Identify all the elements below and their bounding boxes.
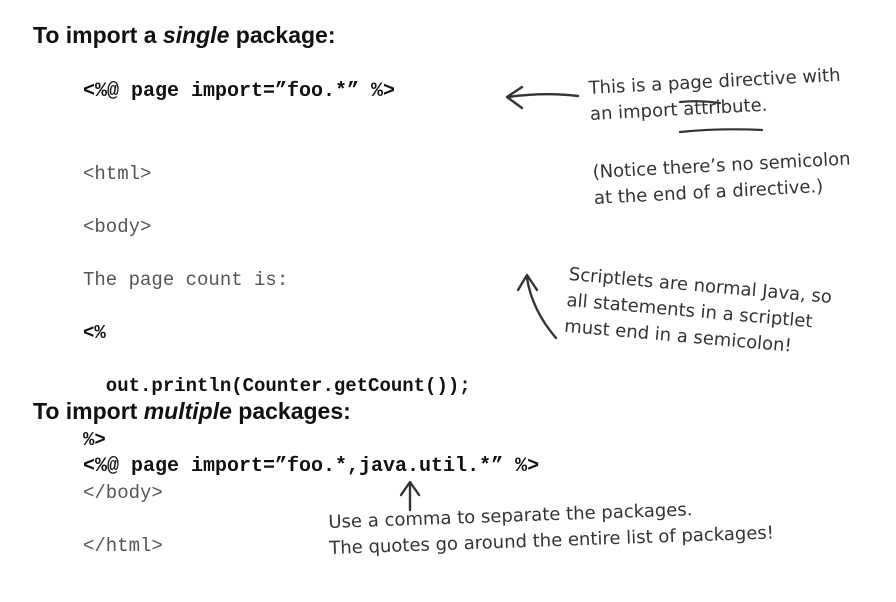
note-scriptlet-semicolon: Scriptlets are normal Java, so all state… — [563, 262, 833, 363]
code-line-println: out.println(Counter.getCount()); — [83, 375, 471, 398]
note-page-directive: This is a page directive with an import … — [588, 63, 843, 128]
page-directive-multiple: <%@ page import=”foo.*,java.util.*” %> — [83, 455, 540, 478]
code-line-text: The page count is: — [83, 268, 289, 291]
underline-attribute — [678, 128, 764, 134]
arrow-to-directive-head — [505, 85, 524, 110]
arrow-to-println — [525, 276, 558, 340]
heading-multiple-suffix: packages: — [231, 398, 351, 424]
code-line-scriptlet-close: %> — [83, 428, 106, 451]
arrow-to-directive — [506, 93, 580, 99]
page-directive-single: <%@ page import=”foo.*” %> — [83, 80, 396, 103]
heading-single-emph: single — [162, 22, 230, 48]
arrow-to-println-head — [516, 273, 539, 292]
heading-multiple-emph: multiple — [143, 398, 232, 424]
code-line-body-close: </body> — [83, 481, 163, 504]
heading-single-suffix: package: — [229, 22, 336, 48]
heading-single-package: To import a single package: — [33, 22, 335, 49]
heading-multiple-packages: To import multiple packages: — [33, 398, 351, 425]
code-line-body-open: <body> — [83, 215, 152, 238]
heading-multiple-prefix: To import — [33, 398, 144, 424]
code-line-scriptlet-open: <% — [83, 322, 106, 345]
note-no-semicolon: (Notice there’s no semicolon at the end … — [592, 146, 853, 212]
heading-single-prefix: To import a — [33, 22, 163, 48]
code-line-html-open: <html> — [83, 162, 152, 185]
